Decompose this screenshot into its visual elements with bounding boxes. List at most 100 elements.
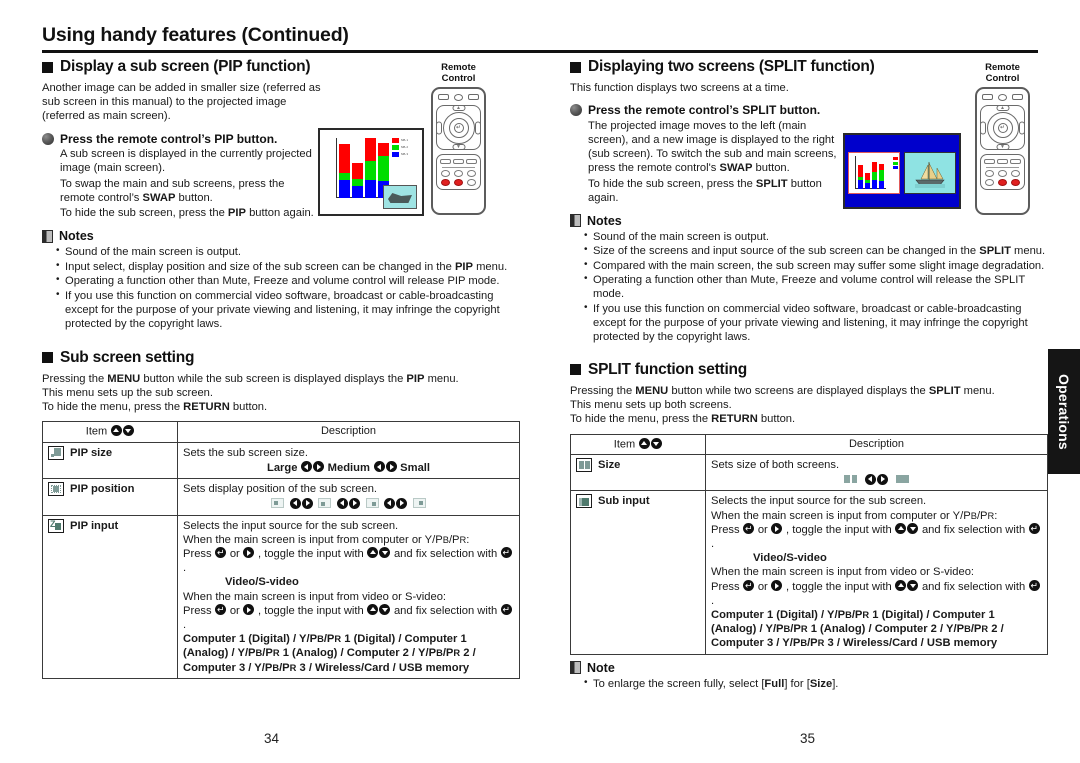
remote-left-button	[980, 121, 986, 134]
remote-key	[454, 170, 463, 177]
arrow-right-icon	[313, 461, 325, 473]
note-item: To enlarge the screen fully, select [Ful…	[584, 676, 1048, 691]
remote-pip-button	[441, 179, 450, 186]
ship-illustration	[915, 161, 945, 188]
arrow-left-icon	[865, 473, 876, 485]
remote-split-button	[998, 179, 1007, 186]
table-header-row: Item Description	[42, 421, 520, 443]
remote-label-line2: Control	[441, 73, 476, 84]
left-step-body-1: A sub screen is displayed in the current…	[60, 148, 312, 175]
remote-key	[467, 179, 476, 186]
arrow-up-icon	[367, 547, 379, 559]
left-step-body-3: To hide the sub screen, press the PIP bu…	[60, 206, 314, 219]
remote-key	[984, 159, 995, 164]
pip-input-video-line: When the main screen is input from video…	[183, 590, 447, 603]
right-remote-illustration: Remote Control ▲ ▼ ↵	[975, 62, 1030, 215]
enter-key-icon	[743, 580, 755, 592]
note-item: Compared with the main screen, the sub s…	[584, 258, 1048, 273]
right-step-title: Press the remote control’s SPLIT button.	[588, 103, 821, 118]
legend-swatch	[392, 152, 399, 157]
remote-down-button: ▼	[996, 144, 1009, 150]
arrow-right-icon	[771, 523, 783, 535]
remote-key	[466, 159, 477, 164]
note-item: Input select, display position and size …	[56, 259, 520, 274]
bullet-square-icon	[42, 61, 53, 73]
arrow-right-icon	[877, 473, 888, 485]
table-row: Size Sets size of both screens.	[570, 454, 1048, 492]
remote-top-button	[982, 94, 994, 100]
remote-keypad	[980, 154, 1025, 190]
arrow-down-icon	[379, 547, 391, 559]
pip-input-sources-2: (Analog) / Y/PB/PR 1 (Analog) / Computer…	[183, 647, 476, 660]
left-setting-intro-1: Pressing the MENU button while the sub s…	[42, 372, 459, 385]
title-divider	[42, 50, 1038, 53]
right-step-body-1: The projected image moves to the left (m…	[588, 119, 837, 175]
enter-key-icon	[500, 604, 512, 616]
remote-up-button: ▲	[996, 105, 1009, 111]
chart-legend	[893, 157, 898, 171]
sub-input-icon	[576, 494, 592, 509]
right-setting-heading: SPLIT function setting	[570, 361, 1048, 379]
pip-input-press-line-2: Press or , toggle the input with and fix…	[183, 604, 514, 632]
page-number-left: 34	[264, 731, 280, 746]
table-header-row: Item Description	[570, 433, 1048, 456]
right-setting-intro-1: Pressing the MENU button while two scree…	[570, 384, 995, 397]
remote-key	[985, 179, 994, 186]
remote-body: ▲ ▼ ↵	[431, 87, 486, 215]
pip-size-options: Large Medium Small	[266, 461, 431, 474]
arrow-left-icon	[289, 497, 301, 509]
chart-bar	[865, 173, 870, 189]
operations-side-tab[interactable]: Operations	[1048, 349, 1080, 474]
remote-enter-button: ↵	[453, 122, 464, 133]
arrow-down-icon	[907, 523, 919, 535]
pip-position-icon	[48, 482, 64, 497]
arrow-right-icon	[771, 580, 783, 592]
pip-size-icon	[48, 445, 64, 460]
left-setting-heading: Sub screen setting	[42, 349, 520, 367]
page-title: Using handy features (Continued)	[42, 24, 349, 46]
arrow-down-icon	[650, 437, 662, 449]
left-notes-heading: Notes	[42, 229, 520, 243]
arrow-left-icon	[337, 497, 348, 509]
right-note-list: To enlarge the screen fully, select [Ful…	[570, 676, 1048, 691]
remote-key	[1010, 159, 1021, 164]
remote-swap-button	[1011, 179, 1020, 186]
pip-input-press-line-1: Press or , toggle the input with and fix…	[183, 547, 514, 575]
remote-top-button	[438, 94, 450, 100]
position-bottom-right-icon	[365, 498, 379, 509]
right-setting-title: SPLIT function setting	[588, 360, 747, 378]
chart-bar	[879, 164, 884, 189]
remote-key	[467, 170, 476, 177]
arrow-up-icon	[895, 523, 907, 535]
row-desc-sub-input: Selects the input source for the sub scr…	[705, 490, 1048, 655]
row-desc-size: Sets size of both screens.	[705, 454, 1048, 492]
pip-input-icon	[48, 518, 64, 533]
arrow-right-icon	[396, 497, 408, 509]
header-item: Item	[570, 433, 706, 456]
pip-example-chart: SPL 1 SPL 2 SPL 3	[324, 134, 418, 210]
remote-top-button	[467, 94, 479, 100]
legend-item: SPL 1	[392, 138, 418, 143]
position-top-left-icon	[271, 498, 285, 509]
note-item: Size of the screens and input source of …	[584, 243, 1048, 258]
left-setting-title: Sub screen setting	[60, 348, 195, 366]
remote-top-button	[453, 94, 463, 101]
header-description: Description	[705, 433, 1048, 456]
arrow-down-icon	[907, 580, 919, 592]
right-step-body-3: To hide the sub screen, press the SPLIT …	[588, 177, 822, 204]
chart-bar	[365, 138, 376, 198]
row-item-pip-position: PIP position	[42, 478, 178, 516]
header-description: Description	[177, 421, 520, 443]
right-notes-list: Sound of the main screen is output. Size…	[570, 229, 1048, 344]
left-step-title: Press the remote control’s PIP button.	[60, 131, 278, 146]
table-row: PIP size Sets the sub screen size. Large…	[42, 441, 520, 480]
note-item: Sound of the main screen is output.	[56, 244, 520, 259]
note-item: If you use this function on commercial v…	[584, 301, 1048, 344]
remote-right-button	[1019, 121, 1025, 134]
arrow-up-icon	[638, 437, 650, 449]
remote-key	[440, 159, 451, 164]
pip-position-options	[183, 497, 514, 511]
pip-button-ref: PIP	[227, 206, 246, 219]
remote-key	[1011, 170, 1020, 177]
enter-key-icon	[1028, 523, 1040, 535]
